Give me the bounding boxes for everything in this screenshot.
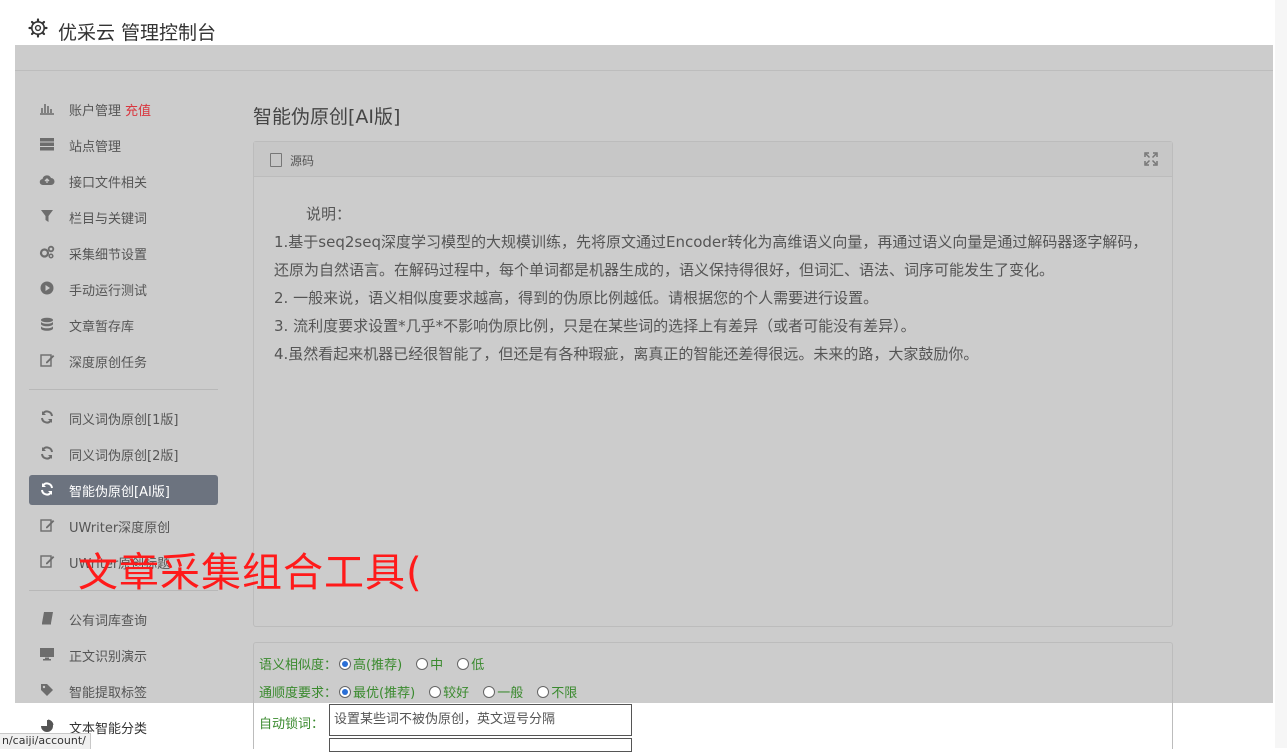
bar-chart-icon [39, 101, 55, 117]
file-code-icon [270, 153, 282, 167]
edit-icon [39, 518, 55, 534]
sidebar-item-label: 采集细节设置 [69, 248, 148, 263]
similarity-label: 语义相似度： [259, 658, 338, 673]
fluency-normal-radio[interactable]: 一般 [483, 682, 523, 701]
sidebar-item-uwriter-deep[interactable]: UWriter深度原创 [29, 511, 218, 541]
database-icon [39, 317, 55, 333]
fluency-best-radio[interactable]: 最优(推荐) [339, 682, 415, 701]
sidebar-item-label: 同义词伪原创[2版] [69, 449, 179, 464]
top-bar: 优采云 管理控制台 [0, 0, 1287, 45]
sidebar-item-synonym-v1[interactable]: 同义词伪原创[1版] [29, 403, 218, 433]
description-line: 2. 一般来说，语义相似度要求越高，得到的伪原比例越低。请根据您的个人需要进行设… [274, 289, 879, 307]
sidebar-item-sites[interactable]: 站点管理 [29, 130, 218, 160]
sidebar-item-synonym-v2[interactable]: 同义词伪原创[2版] [29, 439, 218, 469]
monitor-icon [39, 647, 55, 663]
sidebar-item-collect-settings[interactable]: 采集细节设置 [29, 238, 218, 268]
status-url: n/caiji/account/ [0, 733, 91, 749]
app-title: 优采云 管理控制台 [58, 22, 217, 44]
refresh-icon [39, 446, 55, 462]
sidebar-item-label: 文章暂存库 [69, 320, 135, 335]
sidebar-item-label: 手动运行测试 [69, 284, 148, 299]
sidebar-item-label: 正文识别演示 [69, 650, 148, 665]
sidebar-item-label: 智能伪原创[AI版] [69, 485, 170, 500]
description-intro: 说明： [306, 205, 352, 223]
fluency-label: 通顺度要求： [259, 686, 338, 701]
refresh-icon [39, 482, 55, 498]
page-title: 智能伪原创[AI版] [253, 106, 401, 128]
similarity-high-radio[interactable]: 高(推荐) [339, 654, 402, 673]
filter-icon [39, 209, 55, 225]
fluency-good-radio[interactable]: 较好 [429, 682, 469, 701]
server-icon [39, 137, 55, 153]
description-line: 3. 流利度要求设置*几乎*不影响伪原比例，只是在某些词的选择上有差异（或者可能… [274, 317, 916, 335]
sidebar-item-ai-rewrite[interactable]: 智能伪原创[AI版] [29, 475, 218, 505]
header-divider [15, 70, 1273, 71]
recharge-link[interactable]: 充值 [125, 104, 151, 119]
sidebar-item-manual-run[interactable]: 手动运行测试 [29, 274, 218, 304]
refresh-icon [39, 410, 55, 426]
panel-header: 源码 [254, 142, 1172, 177]
similarity-mid-radio[interactable]: 中 [416, 654, 443, 673]
similarity-row: 语义相似度： 高(推荐) 中 低 [259, 654, 498, 673]
fluency-unlimited-radio[interactable]: 不限 [537, 682, 577, 701]
sidebar-item-public-lexicon[interactable]: 公有词库查询 [29, 604, 218, 634]
sidebar-item-text-recognition[interactable]: 正文识别演示 [29, 640, 218, 670]
sidebar-item-deep-original-task[interactable]: 深度原创任务 [29, 346, 218, 376]
book-icon [39, 611, 55, 627]
source-label: 源码 [290, 154, 315, 168]
scrollbar[interactable] [1275, 0, 1287, 748]
sidebar-item-label: UWriter深度原创 [69, 521, 171, 536]
auto-lock-label: 自动锁词： [259, 717, 325, 732]
cogs-icon [39, 245, 55, 261]
description-line: 1.基于seq2seq深度学习模型的大规模训练，先将原文通过Encoder转化为… [274, 233, 1148, 279]
edit-icon [39, 353, 55, 369]
sidebar-item-label: 站点管理 [69, 140, 122, 155]
sidebar-item-label: 账户管理 [69, 104, 122, 119]
secondary-input[interactable] [329, 738, 632, 752]
sidebar-item-article-store[interactable]: 文章暂存库 [29, 310, 218, 340]
sidebar-item-label: 智能提取标签 [69, 686, 148, 701]
gear-icon [28, 18, 48, 38]
play-circle-icon [39, 281, 55, 297]
fullscreen-icon[interactable] [1144, 152, 1158, 166]
sidebar-item-label: 深度原创任务 [69, 356, 148, 371]
sidebar-item-label: 栏目与关键词 [69, 212, 148, 227]
sidebar-item-label: 接口文件相关 [69, 176, 148, 191]
description: 说明： 1.基于seq2seq深度学习模型的大规模训练，先将原文通过Encode… [274, 200, 1154, 368]
description-line: 4.虽然看起来机器已经很智能了，但还是有各种瑕疵，离真正的智能还差得很远。未来的… [274, 345, 979, 363]
sidebar-item-label: 公有词库查询 [69, 614, 148, 629]
fluency-row: 通顺度要求： 最优(推荐) 较好 一般 不限 [259, 682, 591, 701]
auto-lock-input[interactable]: 设置某些词不被伪原创，英文逗号分隔 [329, 704, 632, 736]
sidebar-item-api-files[interactable]: 接口文件相关 [29, 166, 218, 196]
sidebar-item-tag-extract[interactable]: 智能提取标签 [29, 676, 218, 706]
sidebar-item-label: 同义词伪原创[1版] [69, 413, 179, 428]
sidebar-item-columns-keywords[interactable]: 栏目与关键词 [29, 202, 218, 232]
edit-icon [39, 554, 55, 570]
cloud-upload-icon [39, 173, 55, 189]
tag-icon [39, 683, 55, 699]
similarity-low-radio[interactable]: 低 [457, 654, 484, 673]
sidebar-divider [29, 389, 218, 390]
watermark-text: 文章采集组合工具( [78, 550, 423, 596]
sidebar-item-account[interactable]: 账户管理 充值 [29, 94, 218, 124]
